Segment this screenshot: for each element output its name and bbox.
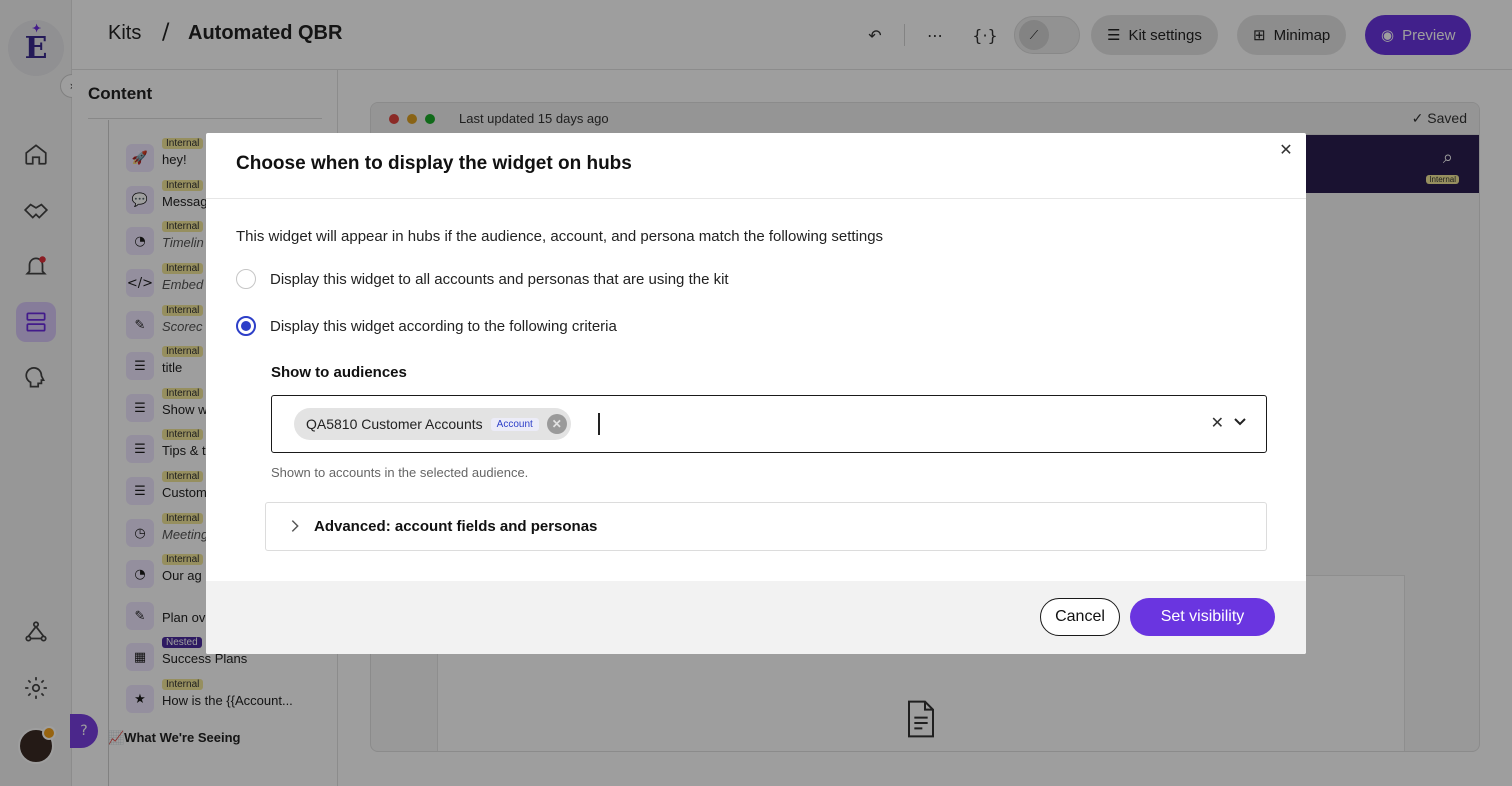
close-icon[interactable]: ✕ bbox=[1276, 139, 1296, 159]
radio-criteria[interactable] bbox=[236, 316, 256, 336]
option-all-accounts[interactable]: Display this widget to all accounts and … bbox=[236, 267, 729, 291]
text-cursor bbox=[598, 413, 600, 435]
clear-selection-icon[interactable]: ✕ bbox=[1211, 413, 1224, 432]
advanced-accordion[interactable]: Advanced: account fields and personas bbox=[265, 502, 1267, 551]
chevron-right-icon bbox=[291, 520, 299, 532]
advanced-accordion-label: Advanced: account fields and personas bbox=[314, 518, 598, 535]
audience-chip-name: QA5810 Customer Accounts bbox=[306, 416, 483, 432]
audience-helper-text: Shown to accounts in the selected audien… bbox=[271, 465, 529, 480]
modal-title: Choose when to display the widget on hub… bbox=[236, 153, 632, 174]
audience-select[interactable]: QA5810 Customer Accounts Account ✕ ✕ bbox=[271, 395, 1267, 453]
remove-chip-icon[interactable]: ✕ bbox=[546, 414, 567, 434]
option-criteria[interactable]: Display this widget according to the fol… bbox=[236, 314, 617, 338]
option-all-accounts-label: Display this widget to all accounts and … bbox=[270, 270, 729, 288]
visibility-modal: Choose when to display the widget on hub… bbox=[206, 133, 1306, 654]
radio-all-accounts[interactable] bbox=[236, 269, 256, 289]
modal-header: Choose when to display the widget on hub… bbox=[206, 133, 1306, 199]
option-criteria-label: Display this widget according to the fol… bbox=[270, 317, 617, 335]
chevron-down-icon[interactable] bbox=[1230, 411, 1250, 431]
modal-description: This widget will appear in hubs if the a… bbox=[236, 228, 884, 245]
modal-footer: Cancel Set visibility bbox=[206, 581, 1306, 654]
set-visibility-button[interactable]: Set visibility bbox=[1130, 598, 1275, 636]
account-tag: Account bbox=[490, 417, 539, 431]
cancel-button[interactable]: Cancel bbox=[1040, 598, 1120, 636]
audiences-label: Show to audiences bbox=[271, 364, 407, 381]
audience-chip: QA5810 Customer Accounts Account ✕ bbox=[294, 408, 571, 440]
